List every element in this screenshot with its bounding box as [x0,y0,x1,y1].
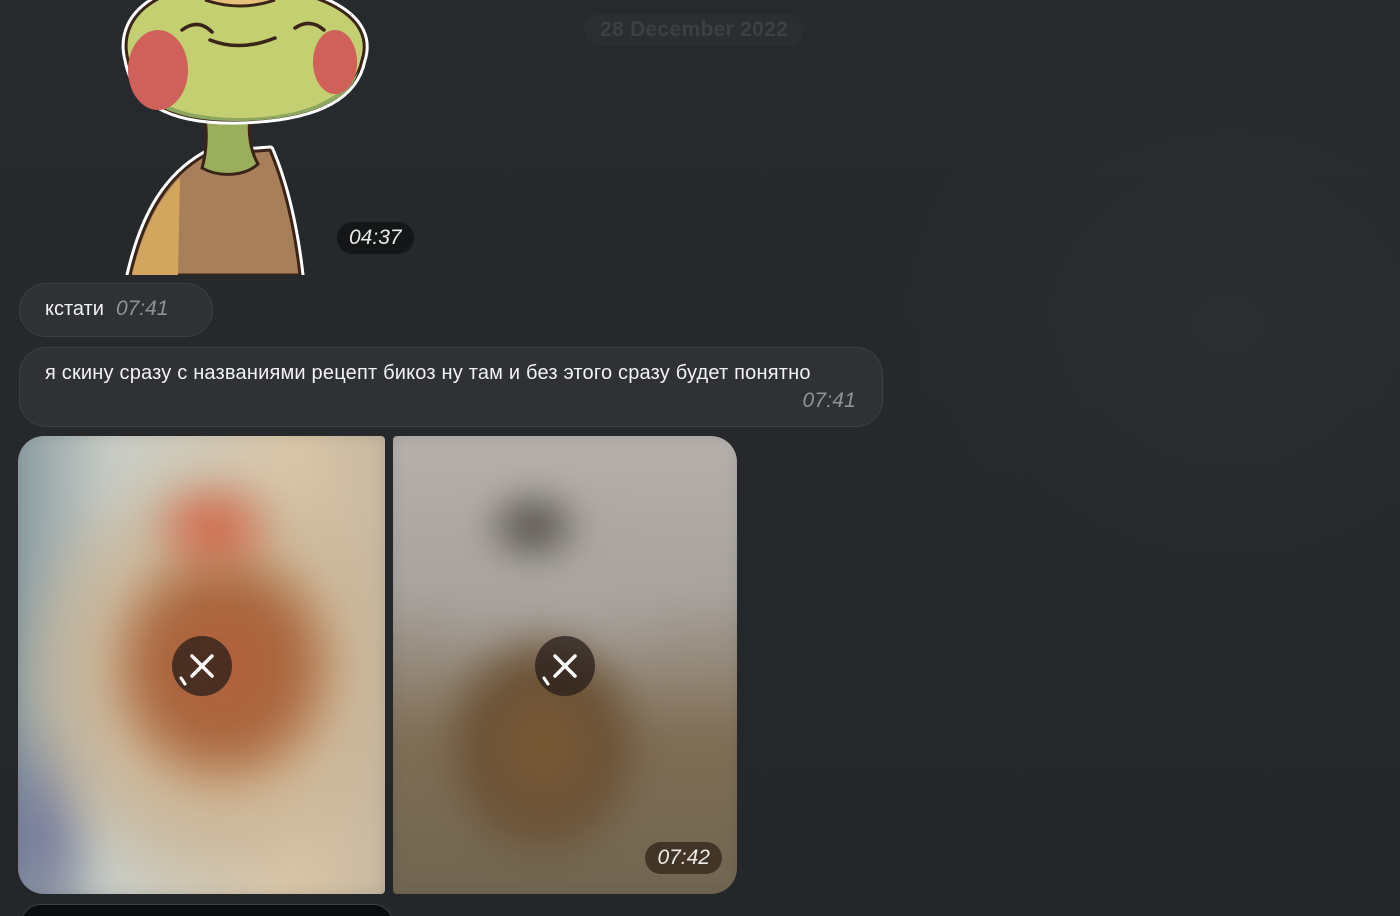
photo-timestamp: 07:42 [645,842,722,874]
cancel-download-button[interactable] [535,636,595,696]
sticker-timestamp: 04:37 [337,222,414,254]
message-bubble[interactable]: я скину сразу с названиями рецепт бикоз … [19,347,883,427]
cancel-download-icon [542,654,577,686]
message-bubble[interactable]: кстати 07:41 [19,283,213,337]
chat-history[interactable]: 28 December 2022 04:37 кстати 07:41 я ск… [0,0,1400,916]
photo-thumbnail[interactable] [18,436,385,894]
date-separator: 28 December 2022 [600,18,789,41]
photo-thumbnail[interactable]: 07:42 [393,436,737,894]
message-timestamp: 07:41 [115,297,169,320]
message-text: я скину сразу с названиями рецепт бикоз … [45,362,811,384]
message-bubble-partial[interactable] [20,904,394,916]
cancel-download-button[interactable] [172,636,232,696]
cancel-download-icon [179,654,214,686]
message-text: кстати [45,298,104,320]
message-timestamp: 07:41 [802,389,856,412]
